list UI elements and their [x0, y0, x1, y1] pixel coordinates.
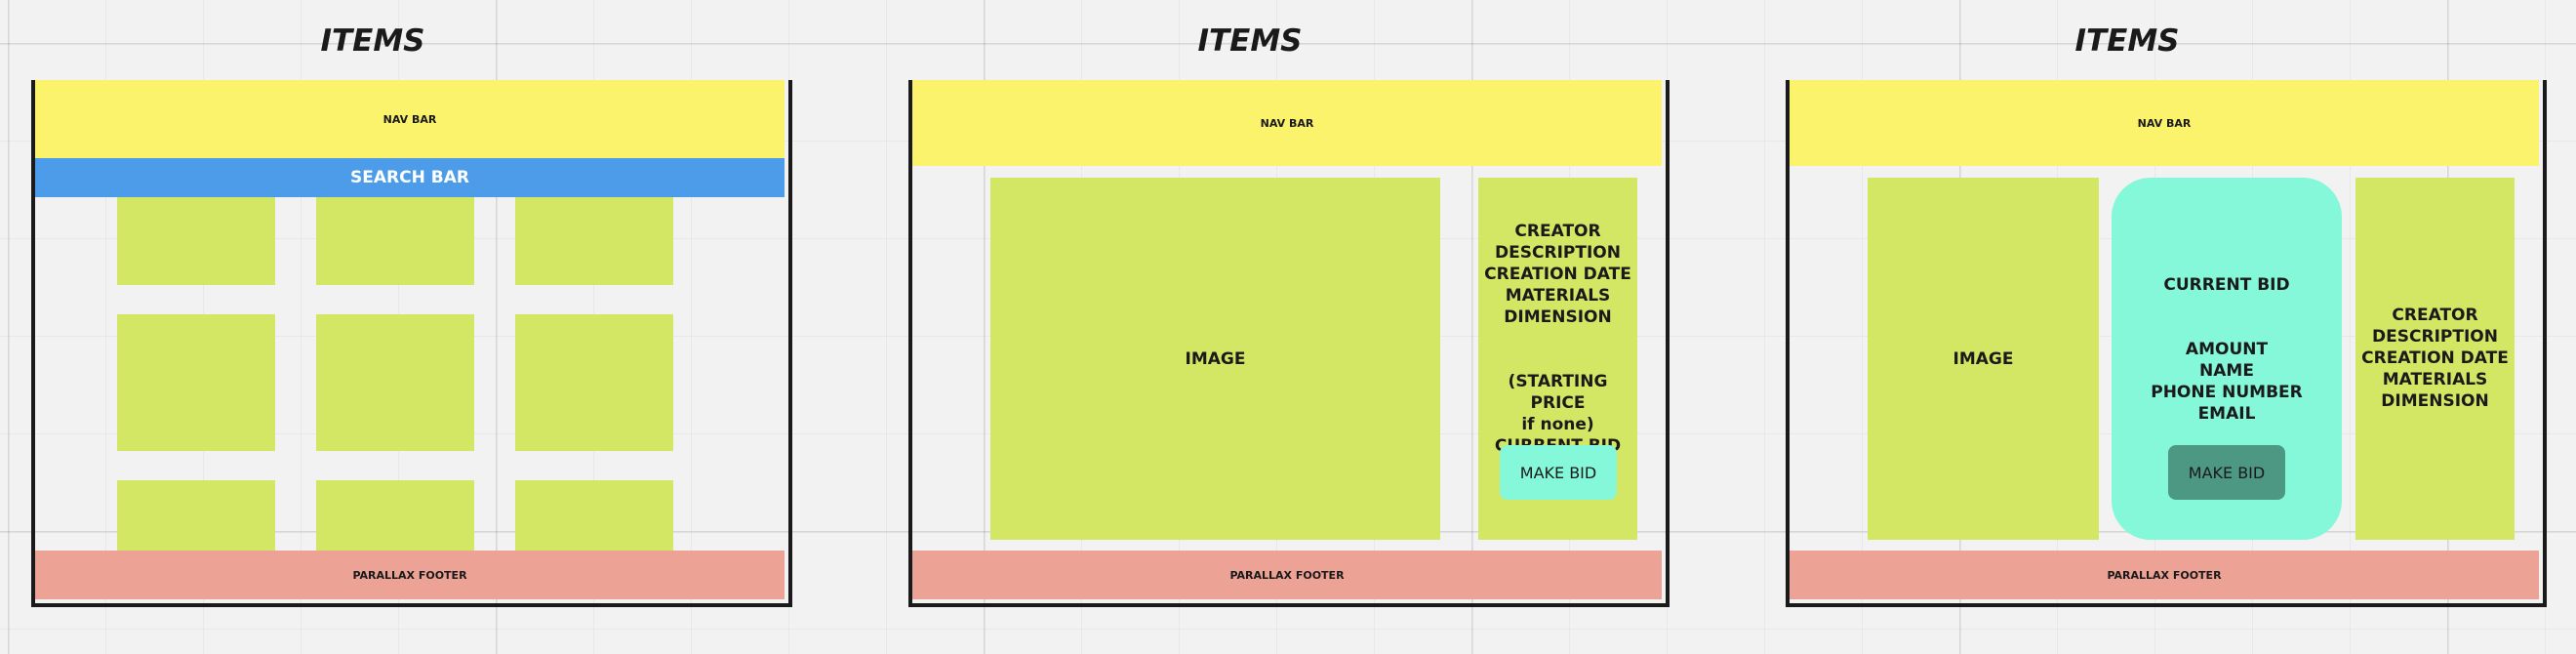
- frame-title: ITEMS: [320, 23, 425, 59]
- starting-price-label: (STARTING PRICE: [1508, 372, 1608, 413]
- wireframe-items-grid: NAV BAR SEARCH BAR PARALLAX FOOTER: [31, 80, 792, 607]
- image-placeholder: IMAGE: [1868, 178, 2099, 540]
- frame-title: ITEMS: [1197, 23, 1303, 59]
- grid-tile: [515, 314, 673, 451]
- info-creator: CREATOR: [2392, 306, 2478, 325]
- info-creation-date: CREATION DATE: [2361, 348, 2509, 368]
- image-placeholder: IMAGE: [990, 178, 1440, 540]
- wireframe-item-detail: NAV BAR IMAGE CREATOR DESCRIPTION CREATI…: [908, 80, 1670, 607]
- search-bar: SEARCH BAR: [35, 158, 785, 197]
- starting-price-note: if none): [1521, 415, 1594, 434]
- bid-amount-field: AMOUNT: [2185, 340, 2269, 359]
- info-dimension: DIMENSION: [1504, 307, 1612, 327]
- info-materials: MATERIALS: [1505, 286, 1611, 306]
- bid-name-field: NAME: [2199, 361, 2254, 381]
- grid-tile: [515, 197, 673, 285]
- info-creator: CREATOR: [1514, 222, 1601, 241]
- grid-tile: [117, 480, 275, 551]
- item-info-panel: CREATOR DESCRIPTION CREATION DATE MATERI…: [2355, 178, 2515, 540]
- grid-tile: [117, 314, 275, 451]
- grid-tile: [515, 480, 673, 551]
- frame-title: ITEMS: [2074, 23, 2180, 59]
- info-materials: MATERIALS: [2382, 370, 2488, 389]
- nav-bar: NAV BAR: [912, 80, 1662, 166]
- bid-email-field: EMAIL: [2197, 404, 2256, 424]
- info-description: DESCRIPTION: [2372, 327, 2498, 347]
- info-creation-date: CREATION DATE: [1484, 265, 1631, 284]
- info-dimension: DIMENSION: [2381, 391, 2489, 411]
- info-description: DESCRIPTION: [1495, 243, 1621, 263]
- grid-tile: [316, 197, 474, 285]
- make-bid-button[interactable]: MAKE BID: [2168, 445, 2285, 500]
- current-bid-title: CURRENT BID: [2163, 275, 2290, 295]
- nav-bar: NAV BAR: [1790, 80, 2539, 166]
- parallax-footer: PARALLAX FOOTER: [35, 551, 785, 599]
- grid-tile: [316, 314, 474, 451]
- nav-bar: NAV BAR: [35, 80, 785, 158]
- make-bid-button[interactable]: MAKE BID: [1500, 445, 1617, 500]
- parallax-footer: PARALLAX FOOTER: [1790, 551, 2539, 599]
- grid-tile: [117, 197, 275, 285]
- grid-tile: [316, 480, 474, 551]
- wireframe-item-bid: NAV BAR IMAGE CURRENT BID AMOUNT NAME PH…: [1786, 80, 2547, 607]
- parallax-footer: PARALLAX FOOTER: [912, 551, 1662, 599]
- bid-phone-field: PHONE NUMBER: [2151, 383, 2303, 402]
